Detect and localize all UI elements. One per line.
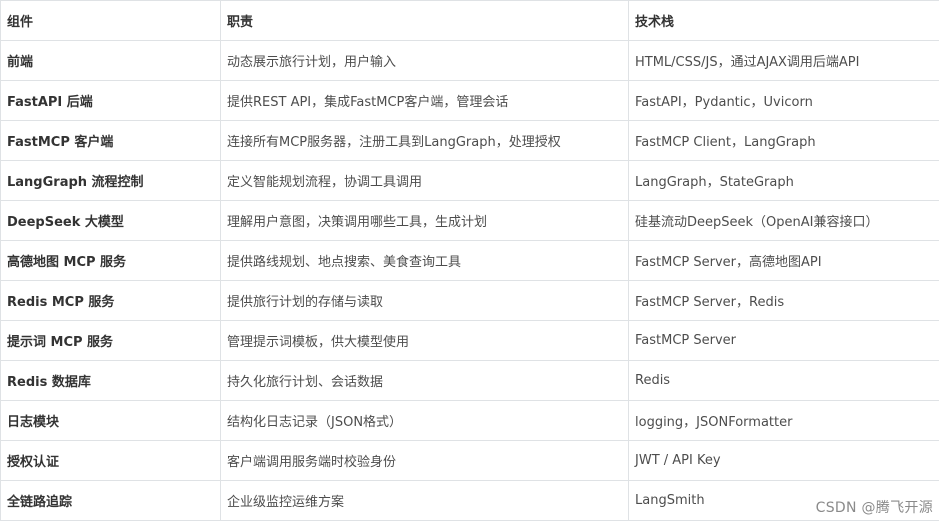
table-row: Redis MCP 服务 提供旅行计划的存储与读取 FastMCP Server…: [0, 280, 939, 321]
cell-component: Redis 数据库: [0, 360, 221, 401]
cell-responsibility: 连接所有MCP服务器，注册工具到LangGraph，处理授权: [220, 120, 629, 161]
cell-responsibility: 提供旅行计划的存储与读取: [220, 280, 629, 321]
cell-responsibility: 结构化日志记录（JSON格式）: [220, 400, 629, 441]
cell-component: FastMCP 客户端: [0, 120, 221, 161]
cell-component: 高德地图 MCP 服务: [0, 240, 221, 281]
cell-tech-stack: FastMCP Server，Redis: [628, 280, 939, 321]
table-header-row: 组件 职责 技术栈: [0, 0, 939, 41]
cell-tech-stack: FastMCP Client，LangGraph: [628, 120, 939, 161]
table-row: FastMCP 客户端 连接所有MCP服务器，注册工具到LangGraph，处理…: [0, 120, 939, 161]
cell-component: DeepSeek 大模型: [0, 200, 221, 241]
header-tech-stack: 技术栈: [628, 0, 939, 41]
table-row: DeepSeek 大模型 理解用户意图，决策调用哪些工具，生成计划 硅基流动De…: [0, 200, 939, 241]
table-row: LangGraph 流程控制 定义智能规划流程，协调工具调用 LangGraph…: [0, 160, 939, 201]
cell-responsibility: 理解用户意图，决策调用哪些工具，生成计划: [220, 200, 629, 241]
table-row: 高德地图 MCP 服务 提供路线规划、地点搜索、美食查询工具 FastMCP S…: [0, 240, 939, 281]
cell-tech-stack: HTML/CSS/JS，通过AJAX调用后端API: [628, 40, 939, 81]
watermark: CSDN @腾飞开源: [815, 500, 933, 516]
cell-component: 日志模块: [0, 400, 221, 441]
cell-tech-stack: Redis: [628, 360, 939, 401]
table-row: 授权认证 客户端调用服务端时校验身份 JWT / API Key: [0, 440, 939, 481]
cell-component: 全链路追踪: [0, 480, 221, 521]
cell-responsibility: 动态展示旅行计划，用户输入: [220, 40, 629, 81]
component-table: 组件 职责 技术栈 前端 动态展示旅行计划，用户输入 HTML/CSS/JS，通…: [0, 0, 939, 521]
table-row: 提示词 MCP 服务 管理提示词模板，供大模型使用 FastMCP Server: [0, 320, 939, 361]
cell-tech-stack: LangGraph，StateGraph: [628, 160, 939, 201]
cell-component: LangGraph 流程控制: [0, 160, 221, 201]
cell-responsibility: 企业级监控运维方案: [220, 480, 629, 521]
table-row: Redis 数据库 持久化旅行计划、会话数据 Redis: [0, 360, 939, 401]
cell-tech-stack: JWT / API Key: [628, 440, 939, 481]
cell-tech-stack: 硅基流动DeepSeek（OpenAI兼容接口）: [628, 200, 939, 241]
cell-tech-stack: FastAPI，Pydantic，Uvicorn: [628, 80, 939, 121]
cell-responsibility: 提供REST API，集成FastMCP客户端，管理会话: [220, 80, 629, 121]
header-responsibility: 职责: [220, 0, 629, 41]
cell-tech-stack: FastMCP Server，高德地图API: [628, 240, 939, 281]
cell-responsibility: 管理提示词模板，供大模型使用: [220, 320, 629, 361]
cell-tech-stack: FastMCP Server: [628, 320, 939, 361]
cell-component: Redis MCP 服务: [0, 280, 221, 321]
cell-responsibility: 客户端调用服务端时校验身份: [220, 440, 629, 481]
cell-responsibility: 提供路线规划、地点搜索、美食查询工具: [220, 240, 629, 281]
table-row: 日志模块 结构化日志记录（JSON格式） logging，JSONFormatt…: [0, 400, 939, 441]
cell-responsibility: 定义智能规划流程，协调工具调用: [220, 160, 629, 201]
table-row: 前端 动态展示旅行计划，用户输入 HTML/CSS/JS，通过AJAX调用后端A…: [0, 40, 939, 81]
cell-tech-stack: logging，JSONFormatter: [628, 400, 939, 441]
cell-component: 授权认证: [0, 440, 221, 481]
table-row: FastAPI 后端 提供REST API，集成FastMCP客户端，管理会话 …: [0, 80, 939, 121]
cell-component: 前端: [0, 40, 221, 81]
cell-component: FastAPI 后端: [0, 80, 221, 121]
cell-component: 提示词 MCP 服务: [0, 320, 221, 361]
cell-responsibility: 持久化旅行计划、会话数据: [220, 360, 629, 401]
header-component: 组件: [0, 0, 221, 41]
table-row: 全链路追踪 企业级监控运维方案 LangSmith: [0, 480, 939, 521]
